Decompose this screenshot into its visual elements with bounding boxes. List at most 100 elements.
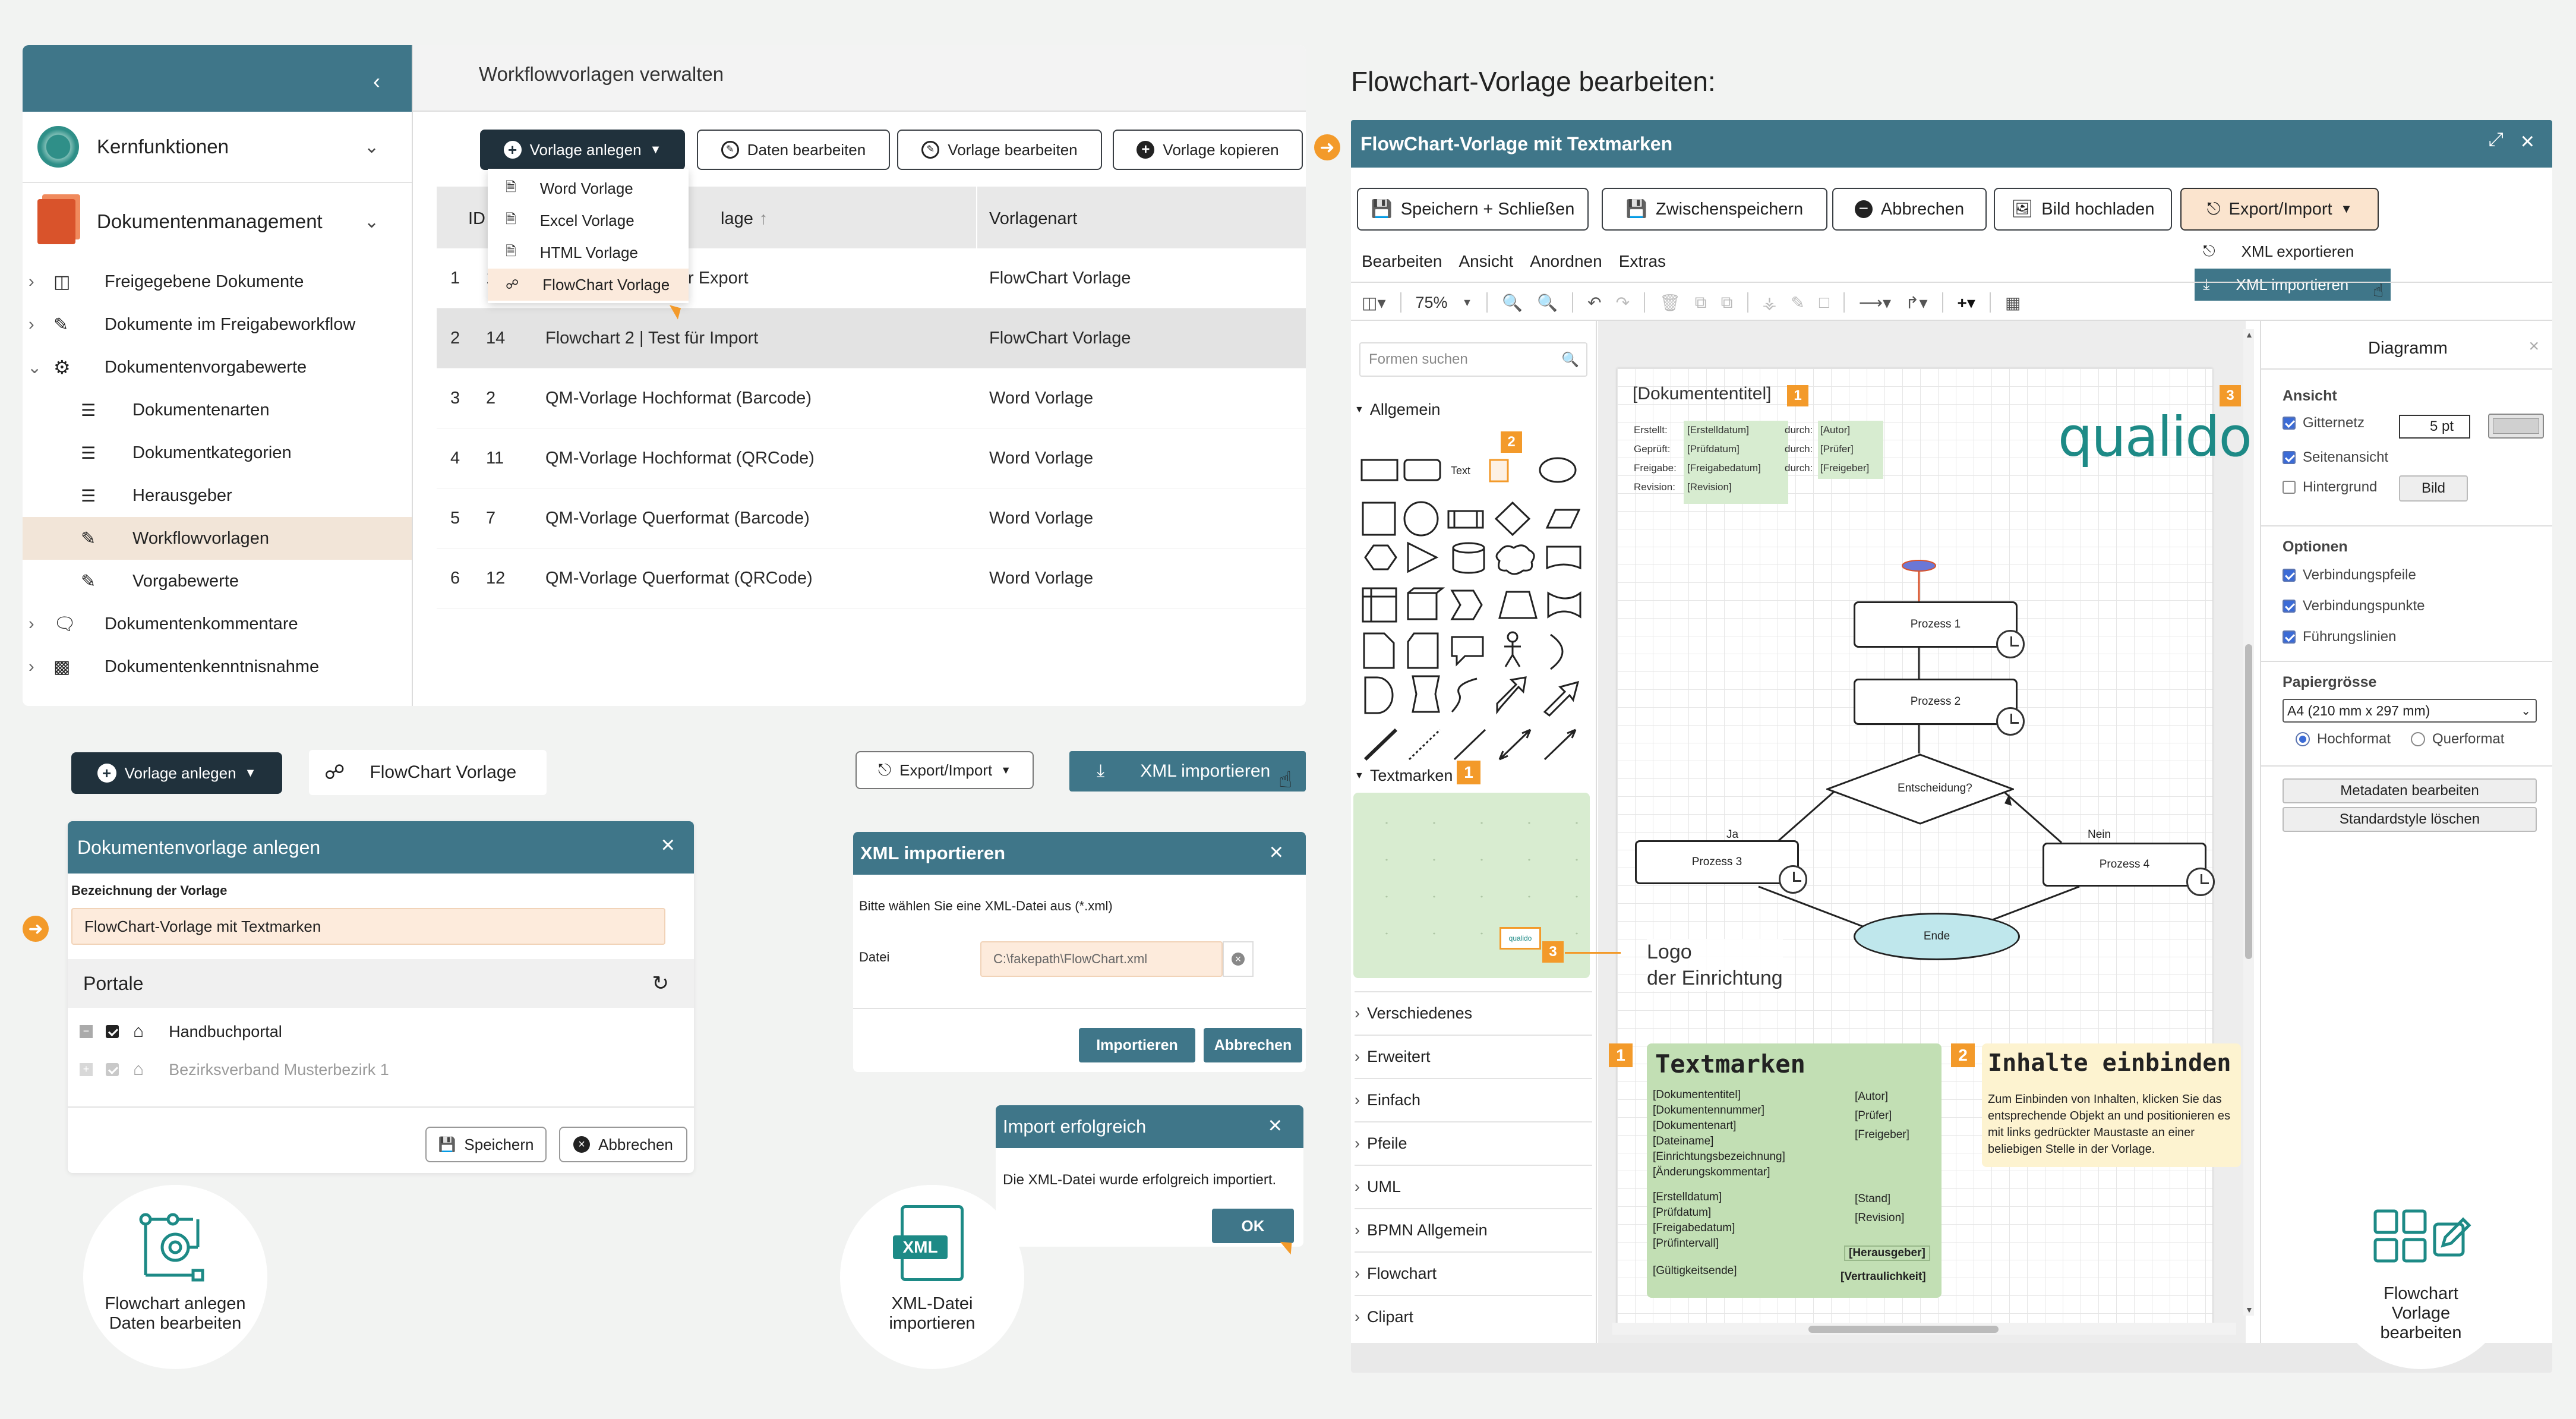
textmarke-item[interactable]: [Prüfdatum]: [1653, 1205, 1735, 1221]
textmarke-item[interactable]: [Änderungskommentar]: [1653, 1165, 1785, 1180]
checkbox-checked[interactable]: [2283, 417, 2296, 430]
category-textmarken[interactable]: ▼ Textmarken: [1355, 767, 1453, 785]
refresh-icon[interactable]: ↻: [652, 972, 670, 995]
shape-category[interactable]: › Pfeile: [1355, 1121, 1592, 1165]
textmarke-item[interactable]: [Revision]: [1855, 1209, 1904, 1228]
speichern-button[interactable]: 💾 Speichern: [425, 1127, 547, 1162]
shape-category[interactable]: › Flowchart: [1355, 1251, 1592, 1295]
metadaten-bearbeiten-button[interactable]: Metadaten bearbeiten: [2283, 778, 2537, 803]
sidebar-item-workflowvorlagen[interactable]: ✎ Workflowvorlagen: [23, 517, 412, 560]
sidebar-item-freigabeworkflow[interactable]: › ✎ Dokumente im Freigabeworkflow: [23, 303, 412, 346]
sidebar-item-herausgeber[interactable]: ☰ Herausgeber: [23, 474, 412, 517]
col-header-vorlagenart[interactable]: Vorlagenart: [989, 209, 1077, 229]
flowchart-process-2[interactable]: Prozess 2: [1854, 679, 2018, 725]
maximize-icon[interactable]: ⤢: [2488, 128, 2504, 151]
menu-item-html[interactable]: 🗎 HTML Vorlage: [488, 236, 689, 269]
shape-category[interactable]: › UML: [1355, 1165, 1592, 1208]
textmarke-item[interactable]: [Erstelldatum]: [1653, 1190, 1735, 1205]
flowchart-process-4[interactable]: Prozess 4: [2043, 843, 2206, 887]
papiergroesse-select[interactable]: A4 (210 mm x 297 mm) ⌄: [2283, 699, 2537, 723]
waypoints-icon[interactable]: ↱▾: [1905, 293, 1928, 313]
importieren-button[interactable]: Importieren: [1079, 1028, 1195, 1062]
checkbox-checked[interactable]: [2283, 451, 2296, 464]
export-import-button[interactable]: ⎋ Export/Import ▼: [855, 751, 1034, 789]
bezeichnung-input[interactable]: FlowChart-Vorlage mit Textmarken: [71, 908, 665, 945]
grid-size-input[interactable]: 5 pt: [2399, 415, 2470, 439]
verbindungspfeile-option[interactable]: Verbindungspfeile: [2283, 567, 2416, 584]
sidebar-item-kommentare[interactable]: › 🗨 Dokumentenkommentare: [23, 603, 412, 645]
col-header-id[interactable]: ID: [468, 209, 485, 229]
radio-checked[interactable]: [2296, 732, 2310, 746]
category-allgemein[interactable]: ▼ Allgemein: [1355, 401, 1440, 419]
abbrechen-button[interactable]: Abbrechen: [1204, 1028, 1302, 1062]
textmarke-item[interactable]: [Dokumententitel]: [1653, 1087, 1785, 1103]
redo-icon[interactable]: ↷: [1616, 293, 1630, 313]
horizontal-scrollbar[interactable]: [1612, 1323, 2236, 1335]
nav-kernfunktionen[interactable]: Kernfunktionen ⌄: [23, 112, 412, 183]
fill-color-icon[interactable]: ⚶: [1763, 293, 1777, 313]
shape-search-input[interactable]: Formen suchen 🔍: [1359, 342, 1587, 377]
close-icon[interactable]: ×: [1270, 840, 1283, 864]
fuehrungslinien-option[interactable]: Führungslinien: [2283, 629, 2396, 645]
sidebar-item-dokumentenarten[interactable]: ☰ Dokumentenarten: [23, 389, 412, 431]
menu-anordnen[interactable]: Anordnen: [1530, 252, 1602, 271]
textmarke-item[interactable]: [Freigabedatum]: [1653, 1221, 1735, 1236]
insert-plus-icon[interactable]: +▾: [1958, 293, 1975, 313]
panel-toggle-icon[interactable]: ◫▾: [1362, 293, 1386, 313]
shape-category[interactable]: › Erweitert: [1355, 1035, 1592, 1078]
daten-bearbeiten-button[interactable]: ✎ Daten bearbeiten: [697, 130, 890, 170]
export-import-button[interactable]: ⎋ Export/Import ▼: [2180, 188, 2379, 231]
textmarke-item[interactable]: [Einrichtungsbezeichnung]: [1653, 1149, 1785, 1165]
portal-row-handbuch[interactable]: − ⌂ Handbuchportal: [80, 1020, 282, 1043]
vorlage-bearbeiten-button[interactable]: ✎ Vorlage bearbeiten: [897, 130, 1102, 170]
sidebar-item-dokumentkategorien[interactable]: ☰ Dokumentkategorien: [23, 431, 412, 474]
connection-icon[interactable]: ⟶▾: [1859, 293, 1891, 313]
nav-dokumentenmanagement[interactable]: Dokumentenmanagement ⌄: [23, 183, 412, 260]
menu-item-flowchart[interactable]: ☍ FlowChart Vorlage: [488, 269, 689, 301]
close-icon[interactable]: ×: [2528, 336, 2539, 357]
sidebar-item-vorgabewerte[interactable]: ✎ Vorgabewerte: [23, 560, 412, 603]
sidebar-item-kenntnisnahme[interactable]: › ▩ Dokumentenkenntnisnahme: [23, 645, 412, 688]
line-color-icon[interactable]: ✎: [1791, 293, 1804, 313]
menu-bearbeiten[interactable]: Bearbeiten: [1362, 252, 1442, 271]
textmarke-item[interactable]: [Autor]: [1855, 1087, 1909, 1106]
radio-unchecked[interactable]: [2411, 732, 2425, 746]
vorlage-anlegen-button[interactable]: + Vorlage anlegen ▼: [71, 752, 282, 794]
menu-item-excel[interactable]: 🗎 Excel Vorlage: [488, 204, 689, 236]
menu-xml-exportieren[interactable]: ⎋ XML exportieren: [2195, 235, 2391, 267]
vertical-scrollbar[interactable]: ▲ ▼: [2243, 329, 2254, 1316]
checkbox-unchecked[interactable]: [2283, 481, 2296, 494]
textmarke-item[interactable]: [Dokumentennummer]: [1653, 1103, 1785, 1118]
textmarke-item[interactable]: [Freigeber]: [1855, 1125, 1909, 1144]
bild-hochladen-button[interactable]: 🖼 Bild hochladen: [1994, 188, 2172, 231]
flowchart-process-3[interactable]: Prozess 3: [1635, 840, 1799, 884]
close-icon[interactable]: ×: [2521, 130, 2534, 153]
textmarke-item[interactable]: [Stand]: [1855, 1190, 1904, 1209]
portal-checkbox[interactable]: [106, 1025, 119, 1038]
logo-placeholder-cell[interactable]: qualido: [1499, 927, 1541, 950]
speichern-schliessen-button[interactable]: 💾 Speichern + Schließen: [1357, 188, 1589, 231]
shape-category[interactable]: › Clipart: [1355, 1295, 1592, 1338]
hochformat-radio[interactable]: Hochformat: [2296, 731, 2391, 748]
flowchart-vorlage-option[interactable]: ☍ FlowChart Vorlage: [309, 750, 547, 795]
seitenansicht-option[interactable]: Seitenansicht: [2283, 449, 2388, 466]
textmarke-item[interactable]: [Dateiname]: [1653, 1134, 1785, 1149]
xml-importieren-menu-item[interactable]: ⤓ XML importieren: [1069, 751, 1306, 792]
sidebar-item-freigegebene[interactable]: › ◫ Freigegebene Dokumente: [23, 260, 412, 303]
querformat-radio[interactable]: Querformat: [2411, 731, 2504, 748]
zoom-level[interactable]: 75%: [1416, 294, 1448, 312]
file-input[interactable]: C:\fakepath\FlowChart.xml: [980, 941, 1223, 977]
col-header-name[interactable]: lage ↑: [721, 209, 768, 229]
hintergrund-option[interactable]: Hintergrund: [2283, 479, 2377, 496]
shape-category[interactable]: › Einfach: [1355, 1078, 1592, 1121]
menu-item-word[interactable]: 🗎 Word Vorlage: [488, 172, 689, 204]
menu-ansicht[interactable]: Ansicht: [1459, 252, 1513, 271]
to-front-icon[interactable]: ⧉: [1695, 293, 1707, 313]
gitternetz-option[interactable]: Gitternetz: [2283, 415, 2365, 431]
chevron-down-icon[interactable]: ▼: [1462, 297, 1473, 309]
shape-category[interactable]: › Verschiedenes: [1355, 991, 1592, 1035]
vorlage-anlegen-button[interactable]: + Vorlage anlegen ▼: [480, 130, 685, 170]
ok-button[interactable]: OK: [1212, 1209, 1294, 1243]
close-icon[interactable]: ×: [661, 833, 675, 857]
standardstyle-loeschen-button[interactable]: Standardstyle löschen: [2283, 807, 2537, 832]
